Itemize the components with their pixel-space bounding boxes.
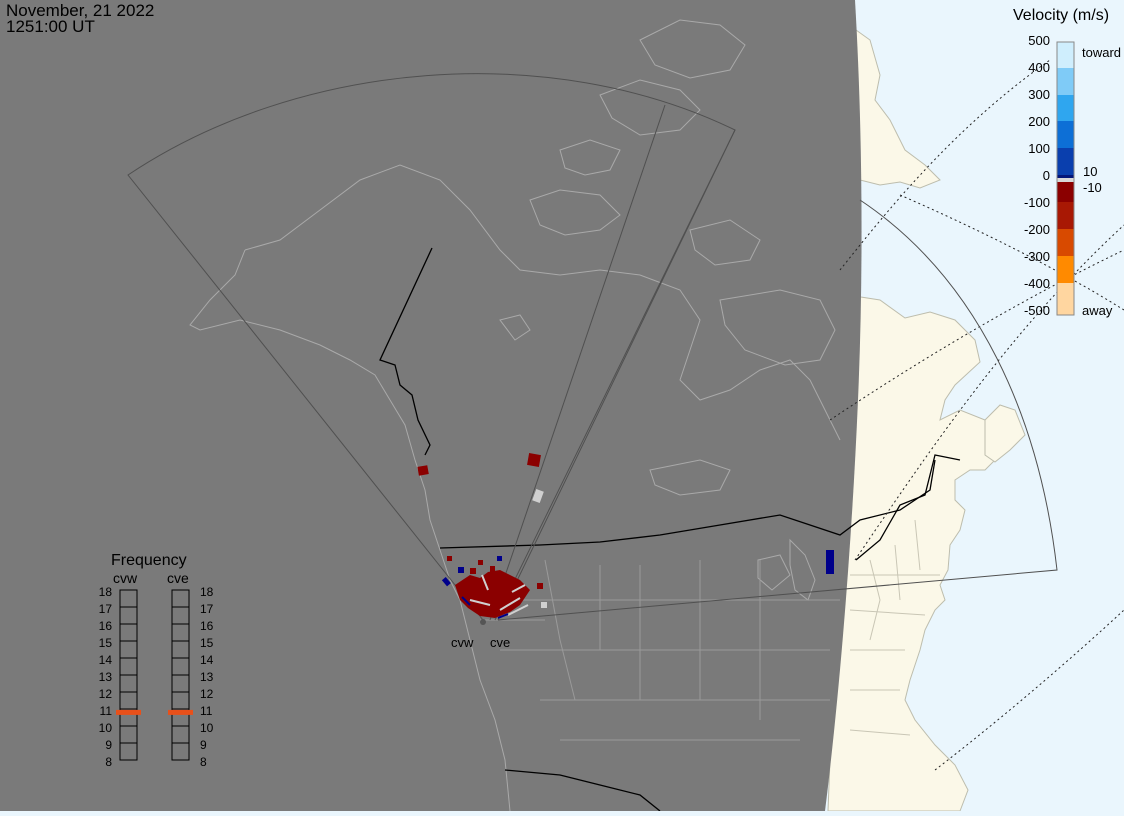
frequency-tick-left-14: 14	[99, 653, 113, 667]
frequency-tick-right-18: 18	[200, 585, 214, 599]
frequency-marker-cve	[168, 709, 193, 715]
frequency-tick-left-15: 15	[99, 636, 113, 650]
velocity-tick-100: 100	[1028, 141, 1050, 156]
velocity-tick-300: 300	[1028, 87, 1050, 102]
frequency-tick-left-9: 9	[105, 738, 112, 752]
velocity-band-200	[1057, 121, 1074, 148]
velocity-tick-minus-400: -400	[1024, 276, 1050, 291]
velocity-band-minus-100	[1057, 202, 1074, 229]
frequency-tick-left-8: 8	[105, 755, 112, 769]
velocity-zero-band-lower: -10	[1083, 180, 1102, 195]
frequency-tick-right-10: 10	[200, 721, 214, 735]
frequency-tick-left-13: 13	[99, 670, 113, 684]
velocity-legend-title: Velocity (m/s)	[1013, 7, 1109, 24]
map-canvas: cvw cve Velocity (m/s) 500 400 300 200 1…	[0, 0, 1124, 812]
map-time: 1251:00 UT	[6, 17, 95, 36]
frequency-tick-left-17: 17	[99, 602, 113, 616]
velocity-tick-minus-500: -500	[1024, 303, 1050, 318]
frequency-tick-left-18: 18	[99, 585, 113, 599]
radar-site-label-cvw: cvw	[451, 635, 474, 650]
frequency-tick-right-16: 16	[200, 619, 214, 633]
frequency-tick-right-14: 14	[200, 653, 214, 667]
frequency-tick-left-11: 11	[100, 704, 113, 718]
velocity-band-10	[1057, 175, 1074, 178]
velocity-band-300	[1057, 95, 1074, 121]
frequency-tick-right-13: 13	[200, 670, 214, 684]
velocity-tick-minus-300: -300	[1024, 249, 1050, 264]
velocity-band-minus-300	[1057, 256, 1074, 283]
velocity-away-label: away	[1082, 303, 1113, 318]
frequency-marker-cvw	[116, 709, 141, 715]
velocity-tick-500: 500	[1028, 33, 1050, 48]
night-shading	[0, 0, 862, 811]
velocity-tick-400: 400	[1028, 60, 1050, 75]
velocity-colorbar	[1056, 41, 1075, 316]
velocity-band-100	[1057, 148, 1074, 175]
frequency-tick-left-10: 10	[99, 721, 113, 735]
frequency-tick-right-15: 15	[200, 636, 214, 650]
velocity-band-minus-400	[1057, 283, 1074, 315]
frequency-tick-right-9: 9	[200, 738, 207, 752]
frequency-legend-title: Frequency	[111, 552, 187, 569]
frequency-tick-right-12: 12	[200, 687, 214, 701]
frequency-tick-right-11: 11	[200, 704, 213, 718]
velocity-toward-label: toward	[1082, 45, 1121, 60]
frequency-tick-left-16: 16	[99, 619, 113, 633]
radar-map-view: cvw cve Velocity (m/s) 500 400 300 200 1…	[0, 0, 1124, 812]
velocity-band-zero	[1057, 178, 1074, 182]
frequency-radar-label-cve: cve	[167, 570, 189, 586]
velocity-tick-minus-100: -100	[1024, 195, 1050, 210]
velocity-band-400	[1057, 68, 1074, 95]
velocity-band-minus-10	[1057, 182, 1074, 202]
radar-site-marker-cvw	[480, 619, 486, 625]
frequency-radar-label-cvw: cvw	[113, 570, 138, 586]
frequency-tick-right-17: 17	[200, 602, 214, 616]
velocity-band-500	[1057, 42, 1074, 68]
frequency-tick-left-12: 12	[99, 687, 113, 701]
velocity-tick-200: 200	[1028, 114, 1050, 129]
velocity-band-minus-200	[1057, 229, 1074, 256]
velocity-tick-minus-200: -200	[1024, 222, 1050, 237]
frequency-tick-right-8: 8	[200, 755, 207, 769]
velocity-tick-0: 0	[1043, 168, 1050, 183]
radar-site-label-cve: cve	[490, 635, 510, 650]
velocity-zero-band-upper: 10	[1083, 164, 1097, 179]
